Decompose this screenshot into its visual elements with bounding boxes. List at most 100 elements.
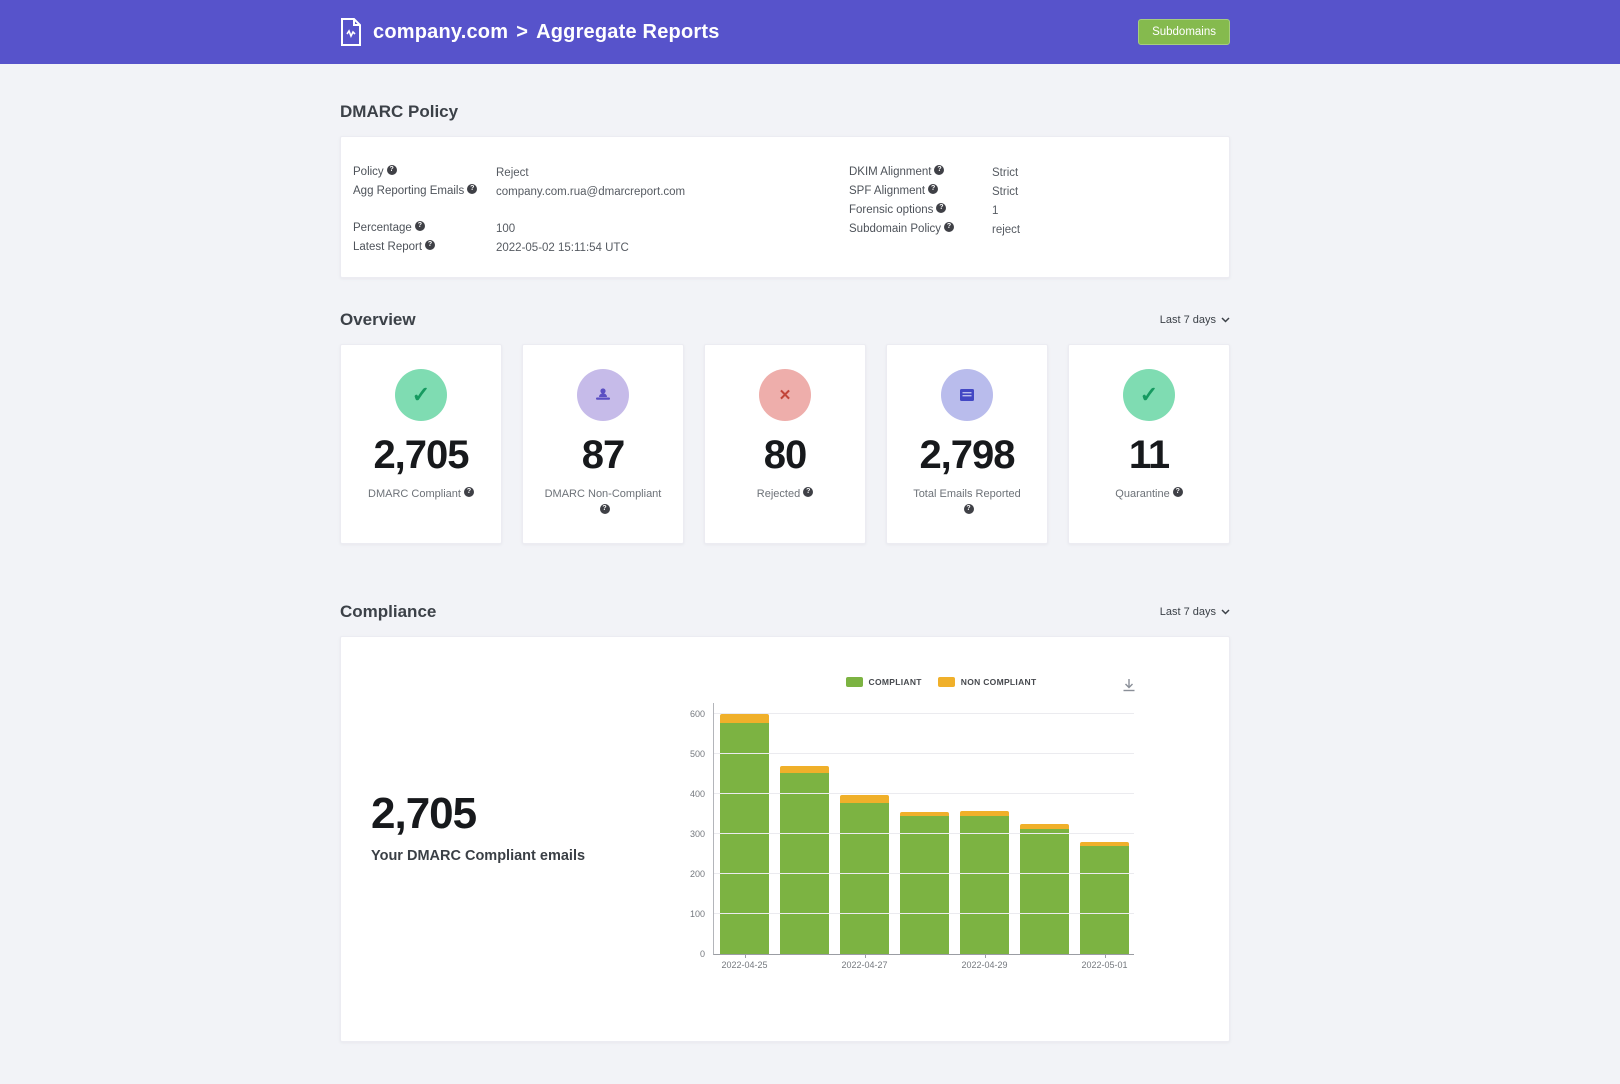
gridline — [714, 713, 1134, 714]
policy-field-subdomain-policy: Subdomain Policy? reject — [849, 220, 1020, 239]
policy-value: Strict — [992, 167, 1018, 179]
compliant-total: 2,705 — [371, 789, 585, 839]
stat-value: 87 — [523, 433, 683, 478]
policy-value: reject — [992, 224, 1020, 236]
info-icon[interactable]: ? — [934, 165, 944, 175]
compliance-range-label: Last 7 days — [1160, 606, 1216, 618]
x-tick-mark — [865, 954, 866, 958]
stat-label: Total Emails Reported — [913, 488, 1021, 500]
y-tick-label: 200 — [690, 869, 705, 879]
bar-2022-05-01 — [1080, 842, 1129, 954]
gridline — [714, 913, 1134, 914]
stat-label: DMARC Non-Compliant — [545, 488, 662, 500]
policy-label: Policy — [353, 166, 384, 178]
stat-value: 2,705 — [341, 433, 501, 478]
policy-label: Forensic options — [849, 204, 933, 216]
policy-value: 2022-05-02 15:11:54 UTC — [496, 242, 629, 254]
top-bar: company.com > Aggregate Reports Subdomai… — [0, 0, 1620, 64]
bar-segment-noncompliant — [720, 714, 769, 723]
stat-label: Rejected — [757, 488, 800, 500]
breadcrumb-page: Aggregate Reports — [536, 21, 719, 44]
policy-label: Percentage — [353, 222, 412, 234]
legend-item-non-compliant[interactable]: NON COMPLIANT — [938, 677, 1037, 687]
y-tick-label: 600 — [690, 709, 705, 719]
stat-circle: ✕ — [759, 369, 811, 421]
dmarc-policy-card: Policy? Reject Agg Reporting Emails? com… — [340, 136, 1230, 278]
chart-y-axis: 0100200300400500600 — [681, 703, 713, 955]
legend-item-compliant[interactable]: COMPLIANT — [846, 677, 922, 687]
y-tick-label: 500 — [690, 749, 705, 759]
x-tick-label: 2022-04-29 — [961, 960, 1007, 970]
info-icon[interactable]: ? — [944, 222, 954, 232]
policy-column-right: DKIM Alignment? Strict SPF Alignment? St… — [849, 163, 1020, 239]
report-document-icon — [340, 18, 362, 46]
bar-segment-compliant — [780, 773, 829, 954]
card-quarantine: ✓ 11 Quarantine? — [1068, 344, 1230, 544]
bar-segment-compliant — [720, 723, 769, 954]
compliance-card: 2,705 Your DMARC Compliant emails COMPLI… — [340, 636, 1230, 1042]
bar-2022-04-25 — [720, 714, 769, 954]
policy-label: Latest Report — [353, 241, 422, 253]
policy-value: Strict — [992, 186, 1018, 198]
policy-field-policy: Policy? Reject — [353, 163, 685, 182]
card-total-emails-reported: 2,798 Total Emails Reported? — [886, 344, 1048, 544]
gridline — [714, 873, 1134, 874]
subdomains-button[interactable]: Subdomains — [1138, 19, 1230, 45]
overview-heading: Overview — [340, 310, 416, 330]
info-icon[interactable]: ? — [467, 184, 477, 194]
bar-segment-noncompliant — [780, 766, 829, 773]
noncompliant-swatch — [938, 677, 955, 687]
breadcrumb: company.com > Aggregate Reports — [373, 21, 720, 44]
legend-label: COMPLIANT — [869, 677, 922, 687]
x-tick-mark — [745, 954, 746, 958]
stat-value: 11 — [1069, 433, 1229, 478]
card-dmarc-non-compliant: 87 DMARC Non-Compliant? — [522, 344, 684, 544]
info-icon[interactable]: ? — [387, 165, 397, 175]
compliant-swatch — [846, 677, 863, 687]
compliance-chart: COMPLIANT NON COMPLIANT 0100200300400500… — [681, 677, 1161, 955]
policy-field-spf-alignment: SPF Alignment? Strict — [849, 182, 1020, 201]
stat-circle: ✓ — [395, 369, 447, 421]
compliance-summary: 2,705 Your DMARC Compliant emails — [371, 789, 585, 864]
policy-field-dkim-alignment: DKIM Alignment? Strict — [849, 163, 1020, 182]
bar-segment-compliant — [840, 803, 889, 954]
policy-field-agg-reporting-emails: Agg Reporting Emails? company.com.rua@dm… — [353, 182, 685, 201]
policy-label: Subdomain Policy — [849, 223, 941, 235]
stat-circle — [577, 369, 629, 421]
policy-field-forensic-options: Forensic options? 1 — [849, 201, 1020, 220]
y-tick-label: 0 — [700, 949, 705, 959]
info-icon[interactable]: ? — [425, 240, 435, 250]
stat-circle: ✓ — [1123, 369, 1175, 421]
chevron-down-icon — [1221, 609, 1230, 615]
chart-plot: 2022-04-252022-04-272022-04-292022-05-01 — [713, 703, 1134, 955]
report-icon — [959, 388, 975, 402]
info-icon[interactable]: ? — [415, 221, 425, 231]
bar-segment-compliant — [1080, 846, 1129, 954]
overview-cards: ✓ 2,705 DMARC Compliant? 87 DMARC Non-Co… — [340, 344, 1230, 544]
compliance-range-selector[interactable]: Last 7 days — [1160, 606, 1230, 618]
info-icon[interactable]: ? — [936, 203, 946, 213]
info-icon[interactable]: ? — [464, 487, 474, 497]
info-icon[interactable]: ? — [600, 504, 610, 514]
x-tick-label: 2022-04-27 — [841, 960, 887, 970]
chevron-down-icon — [1221, 317, 1230, 323]
bar-2022-04-30 — [1020, 824, 1069, 954]
x-tick-mark — [1105, 954, 1106, 958]
check-icon: ✓ — [1140, 382, 1158, 408]
card-dmarc-compliant: ✓ 2,705 DMARC Compliant? — [340, 344, 502, 544]
info-icon[interactable]: ? — [964, 504, 974, 514]
chart-bars — [720, 714, 1129, 954]
policy-value: 1 — [992, 205, 998, 217]
info-icon[interactable]: ? — [1173, 487, 1183, 497]
bar-segment-compliant — [960, 816, 1009, 954]
y-tick-label: 100 — [690, 909, 705, 919]
legend-label: NON COMPLIANT — [961, 677, 1037, 687]
breadcrumb-separator: > — [516, 21, 528, 44]
info-icon[interactable]: ? — [803, 487, 813, 497]
stat-label: DMARC Compliant — [368, 488, 461, 500]
overview-range-selector[interactable]: Last 7 days — [1160, 314, 1230, 326]
info-icon[interactable]: ? — [928, 184, 938, 194]
x-tick-label: 2022-04-25 — [721, 960, 767, 970]
bar-segment-noncompliant — [840, 795, 889, 803]
policy-label: Agg Reporting Emails — [353, 185, 464, 197]
